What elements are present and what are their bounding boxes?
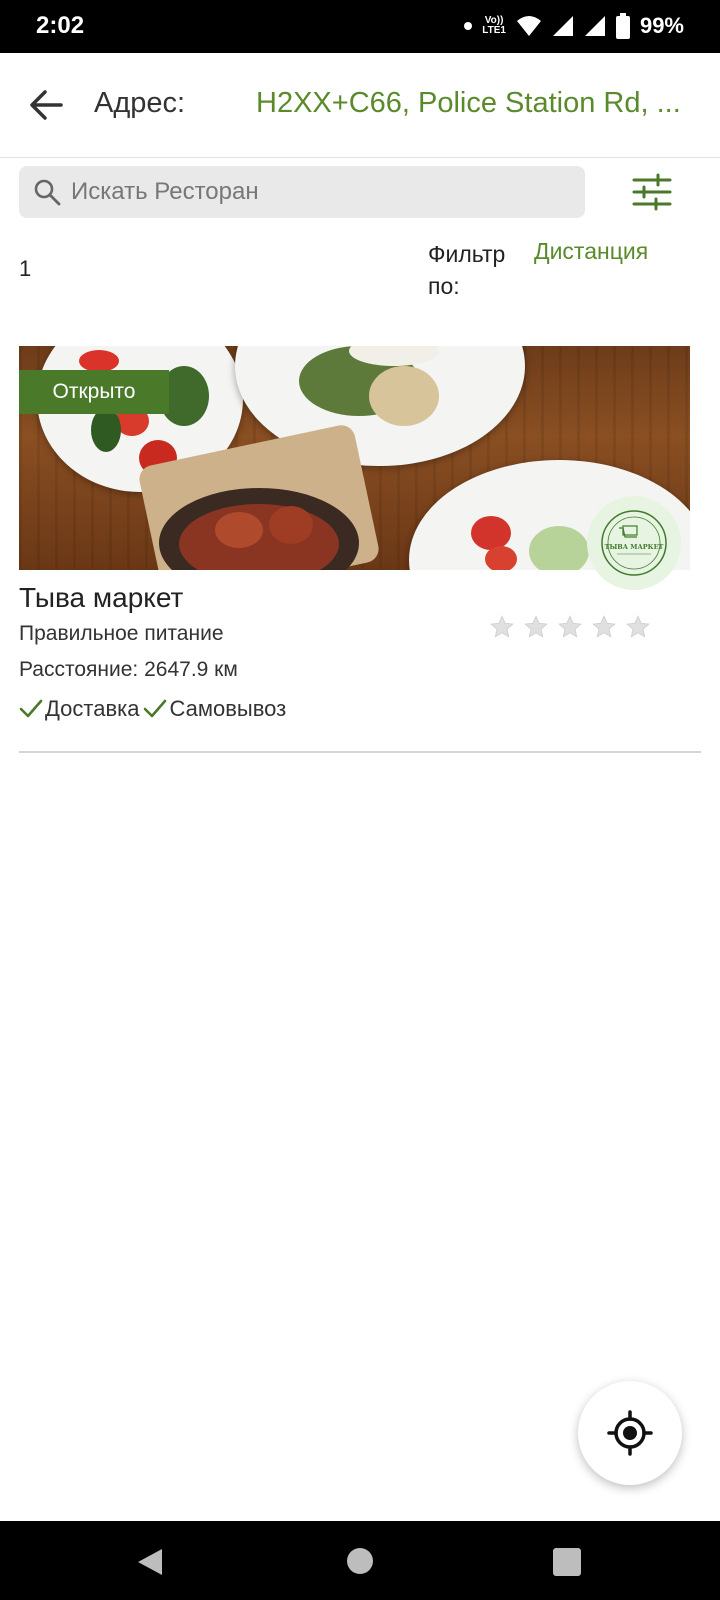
star-icon	[490, 615, 514, 638]
battery-percent: 99%	[639, 13, 684, 38]
filter-sliders-icon	[632, 173, 672, 211]
star-icon	[524, 615, 548, 638]
wifi-icon	[516, 16, 541, 36]
restaurant-card[interactable]: Открыто ТЫВА МАРКЕТ Тыва маркет Правильн…	[19, 346, 701, 753]
star-icon	[592, 615, 616, 638]
app-header: Адрес: H2XX+C66, Police Station Rd, ...	[0, 53, 720, 158]
address-label: Адрес:	[94, 87, 186, 119]
restaurant-name: Тыва маркет	[19, 582, 184, 613]
signal-icon	[584, 16, 605, 36]
search-icon	[34, 179, 61, 206]
delivery-label: Доставка	[45, 696, 140, 721]
restaurant-category: Правильное питание	[19, 622, 224, 645]
check-icon	[19, 699, 43, 718]
nav-home-icon[interactable]	[347, 1548, 373, 1574]
restaurant-distance: Расстояние: 2647.9 км	[19, 658, 238, 681]
status-icons: Vo)) LTE1 99%	[464, 10, 684, 42]
filter-by-label: Фильтр по:	[428, 241, 506, 299]
star-icon	[626, 615, 650, 638]
star-icon	[558, 615, 582, 638]
network-type-icon: Vo)) LTE1	[482, 15, 506, 36]
search-box[interactable]	[19, 166, 585, 218]
pickup-label: Самовывоз	[169, 696, 287, 721]
battery-icon	[615, 13, 630, 39]
service-options: Доставка Самовывоз	[19, 696, 290, 722]
sort-filter-value[interactable]: Дистанция	[534, 238, 648, 265]
notification-dot-icon	[464, 22, 473, 30]
my-location-icon	[607, 1410, 653, 1456]
signal-icon	[552, 16, 573, 36]
nav-recents-icon[interactable]	[553, 1548, 581, 1576]
status-bar: 2:02 Vo)) LTE1 99%	[0, 0, 720, 53]
back-arrow-icon	[30, 90, 63, 120]
store-logo-emblem: ТЫВА МАРКЕТ	[601, 510, 667, 576]
check-icon	[144, 699, 167, 718]
filter-settings-button[interactable]	[630, 170, 674, 214]
system-nav-bar	[0, 1521, 720, 1600]
back-button[interactable]	[24, 83, 68, 127]
address-value[interactable]: H2XX+C66, Police Station Rd, ...	[256, 87, 696, 120]
open-status-badge: Открыто	[19, 370, 169, 414]
status-time: 2:02	[36, 12, 85, 39]
results-count: 1	[19, 256, 32, 281]
my-location-button[interactable]	[578, 1381, 682, 1485]
pickup-option: Самовывоз	[143, 696, 286, 722]
rating-stars	[489, 614, 651, 640]
store-logo: ТЫВА МАРКЕТ	[587, 496, 681, 590]
delivery-option: Доставка	[19, 696, 139, 722]
nav-back-icon[interactable]	[136, 1547, 166, 1577]
search-input[interactable]	[71, 166, 571, 218]
svg-text:ТЫВА МАРКЕТ: ТЫВА МАРКЕТ	[605, 543, 664, 551]
